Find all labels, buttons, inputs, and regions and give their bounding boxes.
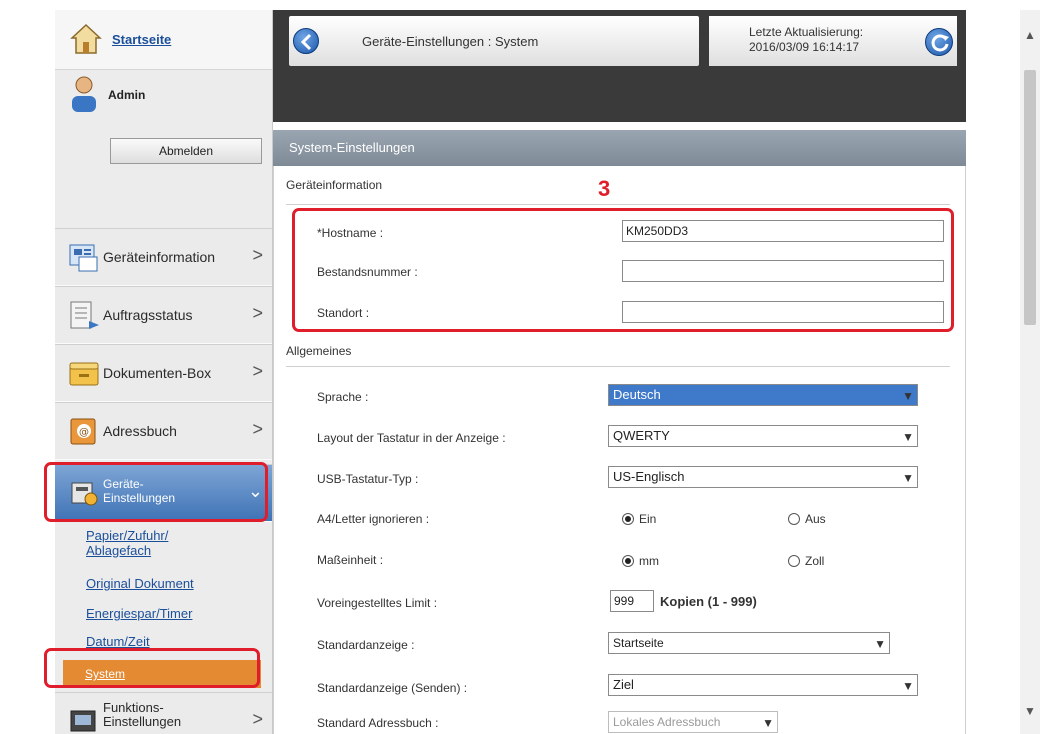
default-send-select[interactable]: Ziel ▼ bbox=[608, 674, 918, 696]
chevron-right-icon: > bbox=[252, 709, 263, 729]
section-divider bbox=[286, 366, 950, 367]
device-info-icon bbox=[69, 244, 98, 272]
last-update-box: Letzte Aktualisierung: 2016/03/09 16:14:… bbox=[709, 16, 957, 66]
unit-mm-label: mm bbox=[639, 554, 659, 568]
section-title-general: Allgemeines bbox=[286, 344, 352, 358]
section-title-device-info: Geräteinformation bbox=[286, 178, 383, 192]
limit-label: Voreingestelltes Limit : bbox=[317, 596, 438, 610]
chevron-right-icon: > bbox=[252, 419, 263, 439]
back-arrow-icon[interactable] bbox=[293, 28, 319, 54]
callout-box-3 bbox=[292, 208, 954, 332]
panel-title: System-Einstellungen bbox=[273, 130, 966, 166]
nav-label: Auftragsstatus bbox=[103, 307, 193, 323]
nav-item-function-settings[interactable]: Funktions- Einstellungen > bbox=[55, 692, 272, 734]
nav-label: Adressbuch bbox=[103, 423, 177, 439]
language-label: Sprache : bbox=[317, 390, 369, 404]
scrollbar-thumb[interactable] bbox=[1024, 70, 1036, 325]
callout-box-1 bbox=[44, 462, 268, 522]
unit-mm-radio[interactable] bbox=[622, 555, 634, 567]
chevron-down-icon: ▼ bbox=[902, 430, 914, 444]
chevron-down-icon: ▼ bbox=[902, 679, 914, 693]
usb-keyboard-label: USB-Tastatur-Typ : bbox=[317, 472, 419, 486]
home-row: Startseite bbox=[55, 10, 272, 70]
a4letter-label: A4/Letter ignorieren : bbox=[317, 512, 430, 526]
nav-item-address-book[interactable]: @ Adressbuch > bbox=[55, 402, 272, 460]
unit-label: Maßeinheit : bbox=[317, 553, 384, 567]
admin-avatar-icon bbox=[72, 76, 96, 112]
language-select[interactable]: Deutsch ▼ bbox=[608, 384, 918, 406]
keyboard-layout-label: Layout der Tastatur in der Anzeige : bbox=[317, 431, 506, 445]
job-status-icon bbox=[70, 301, 99, 329]
nav-item-device-info[interactable]: Geräteinformation > bbox=[55, 228, 272, 286]
default-screen-label: Standardanzeige : bbox=[317, 638, 415, 652]
scroll-down-icon[interactable]: ▼ bbox=[1024, 704, 1036, 718]
a4letter-on-radio[interactable] bbox=[622, 513, 634, 525]
last-update-time: 2016/03/09 16:14:17 bbox=[749, 40, 860, 54]
chevron-down-icon: ▼ bbox=[874, 637, 886, 651]
a4letter-off-radio[interactable] bbox=[788, 513, 800, 525]
page-title-box: Geräte-Einstellungen : System bbox=[289, 16, 699, 66]
default-send-label: Standardanzeige (Senden) : bbox=[317, 681, 468, 695]
logout-button[interactable]: Abmelden bbox=[110, 138, 262, 164]
header-bar: Geräte-Einstellungen : System Letzte Akt… bbox=[273, 10, 966, 122]
a4letter-on-label: Ein bbox=[639, 512, 657, 526]
chevron-right-icon: > bbox=[252, 361, 263, 381]
limit-input[interactable]: 999 bbox=[610, 590, 654, 612]
sub-link-original-document[interactable]: Original Dokument bbox=[86, 576, 194, 591]
sub-link-paper-source[interactable]: Papier/Zufuhr/Ablagefach bbox=[86, 528, 168, 558]
limit-suffix: Kopien (1 - 999) bbox=[660, 594, 757, 609]
address-book-icon: @ bbox=[70, 418, 96, 445]
chevron-right-icon: > bbox=[252, 303, 263, 323]
user-label: Admin bbox=[108, 88, 146, 102]
home-icon bbox=[70, 23, 102, 54]
a4letter-off-label: Aus bbox=[805, 512, 826, 526]
sub-link-energy-timer[interactable]: Energiespar/Timer bbox=[86, 606, 192, 621]
unit-inch-label: Zoll bbox=[805, 554, 825, 568]
chevron-down-icon: ▼ bbox=[902, 471, 914, 485]
keyboard-layout-select[interactable]: QWERTY ▼ bbox=[608, 425, 918, 447]
address-book-select[interactable]: Lokales Adressbuch ▼ bbox=[608, 711, 778, 733]
function-settings-icon bbox=[70, 710, 96, 732]
document-box-icon bbox=[69, 362, 99, 386]
address-book-label: Standard Adressbuch : bbox=[317, 716, 439, 730]
last-update-label: Letzte Aktualisierung: bbox=[749, 25, 864, 39]
nav-label: Geräteinformation bbox=[103, 249, 216, 265]
chevron-down-icon: ▼ bbox=[902, 389, 914, 403]
default-screen-select[interactable]: Startseite ▼ bbox=[608, 632, 890, 654]
sub-link-date-time[interactable]: Datum/Zeit bbox=[86, 634, 150, 649]
home-link[interactable]: Startseite bbox=[112, 32, 171, 47]
usb-keyboard-select[interactable]: US-Englisch ▼ bbox=[608, 466, 918, 488]
callout-box-2 bbox=[44, 648, 260, 688]
scroll-up-icon[interactable]: ▲ bbox=[1024, 28, 1036, 42]
nav-label: Funktions- Einstellungen bbox=[103, 700, 182, 729]
vertical-scrollbar[interactable]: ▲ ▼ bbox=[1020, 10, 1040, 734]
nav-item-document-box[interactable]: Dokumenten-Box > bbox=[55, 344, 272, 402]
page-title: Geräte-Einstellungen : System bbox=[362, 34, 539, 49]
chevron-down-icon: ▼ bbox=[762, 716, 774, 730]
section-divider bbox=[286, 204, 950, 205]
nav-label: Dokumenten-Box bbox=[103, 365, 212, 381]
callout-number-3: 3 bbox=[598, 176, 611, 201]
unit-inch-radio[interactable] bbox=[788, 555, 800, 567]
sidebar: Startseite Admin Abmelden Geräteinformat… bbox=[55, 10, 273, 734]
nav-item-job-status[interactable]: Auftragsstatus > bbox=[55, 286, 272, 344]
refresh-icon[interactable] bbox=[925, 28, 953, 56]
svg-text:@: @ bbox=[79, 427, 89, 438]
chevron-right-icon: > bbox=[252, 245, 263, 265]
